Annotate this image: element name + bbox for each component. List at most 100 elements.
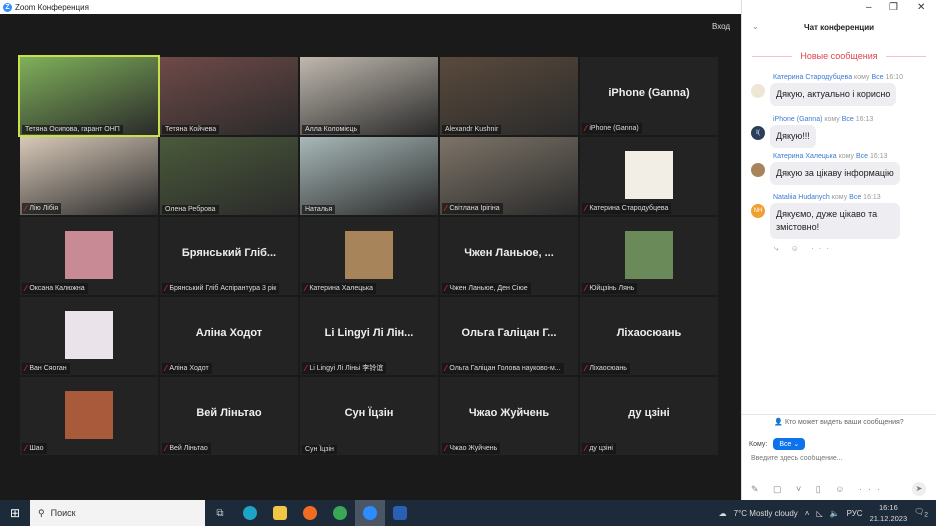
zoom-taskbar-icon[interactable] [355, 500, 385, 526]
participant-name-label: ⁄ Світлана Ірігіна [442, 203, 503, 214]
participant-display-name: iPhone (Ganna) [608, 87, 690, 99]
enter-button[interactable]: Вход [712, 22, 730, 31]
participant-tile[interactable]: ⁄ Ван Сяоган [20, 297, 158, 375]
participant-tile[interactable]: ⁄ Катерина Халецька [300, 217, 438, 295]
participant-name-label: ⁄ Шао [22, 443, 47, 454]
sender-name[interactable]: iPhone (Ganna) [773, 116, 822, 123]
participant-tile[interactable]: Чжен Ланьюе, ... ⁄ Чжен Ланьюе, Ден Сіюе [440, 217, 578, 295]
participant-tile[interactable]: Ольга Галіцан Г... ⁄ Ольга Галіцан Голова … [440, 297, 578, 375]
participant-tile[interactable]: ⁄ Юйцзінь Лянь [580, 217, 718, 295]
participant-tile[interactable]: ⁄ Лію Лібія [20, 137, 158, 215]
video-gallery: Вход Тетяна Осипова, гарант ОНП Тетяна Ко… [0, 14, 741, 500]
send-icon[interactable]: ➤ [912, 482, 926, 496]
to-word: кому [854, 74, 870, 81]
task-view-icon[interactable]: ⧉ [205, 500, 235, 526]
message-bubble[interactable]: Дякую, актуально і корисно [770, 83, 897, 106]
participant-tile[interactable]: Тетяна Осипова, гарант ОНП [18, 55, 160, 137]
sender-name[interactable]: Катерина Халецька [773, 153, 837, 160]
network-icon[interactable]: ◺ [816, 509, 822, 518]
participant-tile[interactable]: Наталья [300, 137, 438, 215]
message-text: Дякую!!! [776, 131, 810, 141]
mic-muted-icon: ⁄ [585, 124, 587, 133]
taskbar-search[interactable]: ⚲ Поиск [30, 500, 205, 526]
new-messages-label: Новые сообщения [800, 51, 878, 61]
message-bubble[interactable]: Дякую!!! [770, 125, 816, 148]
participant-tile[interactable]: ⁄ Оксана Калюжна [20, 217, 158, 295]
participant-tile[interactable]: ⁄ Катерина Стародубцева [580, 137, 718, 215]
edge-icon[interactable] [235, 500, 265, 526]
who-can-see-link[interactable]: 👤 Кто может видеть ваши сообщения? [742, 414, 936, 426]
participant-name-label: ⁄ Ван Сяоган [22, 363, 70, 374]
weather-text[interactable]: 7°C Mostly cloudy [734, 509, 798, 518]
firefox-icon[interactable] [295, 500, 325, 526]
participant-tile[interactable]: Li Lingyi Лі Лін... ⁄ Li Lingyi Лі Ліньі 李… [300, 297, 438, 375]
participant-name-label: Алла Коломієць [302, 125, 361, 134]
message-time: 16:10 [885, 74, 903, 81]
maximize-button[interactable]: ❐ [889, 2, 898, 13]
mic-muted-icon: ⁄ [25, 284, 27, 293]
minimize-button[interactable]: – [866, 2, 872, 13]
participant-name-label: ⁄ Катерина Стародубцева [582, 203, 672, 214]
participant-tile[interactable]: Аліна Ходот ⁄ Аліна Ходот [160, 297, 298, 375]
participant-tile[interactable]: Alexandr Kushnir [440, 57, 578, 135]
participant-name-label: ⁄ Лію Лібія [22, 203, 62, 214]
participant-name-label: Тетяна Койчева [162, 125, 220, 134]
participant-display-name: Аліна Ходот [195, 327, 263, 339]
participant-tile[interactable]: Вей Ліньтао ⁄ Вей Ліньтао [160, 377, 298, 455]
participant-tile[interactable]: Чжао Жуйчень ⁄ Чжао Жуйчень [440, 377, 578, 455]
participant-name: Брянський Гліб Аспірантура 3 рік [169, 285, 277, 292]
window-title: Zoom Конференция [15, 2, 89, 12]
participant-tile[interactable]: Алла Коломієць [300, 57, 438, 135]
file-explorer-icon[interactable] [265, 500, 295, 526]
recipient-dropdown[interactable]: Все ⌄ [773, 438, 806, 450]
search-icon: ⚲ [38, 507, 45, 518]
close-button[interactable]: ✕ [917, 2, 925, 13]
language-indicator[interactable]: РУС [847, 509, 863, 518]
recipient-row: Кому: Все ⌄ [749, 438, 806, 450]
recipient: Все [856, 153, 869, 160]
windows-start-icon[interactable]: ⊞ [0, 506, 30, 520]
mic-muted-icon: ⁄ [585, 444, 587, 453]
sender-name[interactable]: Катерина Стародубцева [773, 74, 852, 81]
participant-name-label: ⁄ Чжен Ланьюе, Ден Сіюе [442, 283, 531, 294]
message-bubble[interactable]: Дякуємо, дуже цікаво та змістовно! [770, 203, 900, 239]
participant-name-label: ⁄ Чжао Жуйчень [442, 443, 501, 454]
participant-tile[interactable]: Сун Їцзін Сун Їцзін [300, 377, 438, 455]
participant-name-label: ⁄ Аліна Ходот [162, 363, 212, 374]
to-label: Кому: [749, 440, 768, 448]
participant-tile[interactable]: Тетяна Койчева [160, 57, 298, 135]
message-actions[interactable]: ⤷ ☺ ··· [774, 244, 834, 254]
notifications-icon[interactable]: 🗨2 [914, 507, 928, 519]
recipient: Все [849, 194, 862, 201]
message-input[interactable] [751, 455, 921, 462]
participant-avatar [625, 151, 673, 199]
message-bubble[interactable]: Дякую за цікаву інформацію [770, 162, 900, 185]
participant-tile[interactable]: ду цзіні ⁄ ду цзіні [580, 377, 718, 455]
to-word: кому [824, 116, 840, 123]
participant-tile[interactable]: ⁄ Шао [20, 377, 158, 455]
message-header: Nataliia Hudanych кому Все 16:13 [773, 194, 881, 201]
avatar-initials: I( [756, 130, 760, 136]
word-icon[interactable] [385, 500, 415, 526]
participant-tile[interactable]: Брянський Гліб... ⁄ Брянський Гліб Аспіран… [160, 217, 298, 295]
participant-display-name: Li Lingyi Лі Лін... [324, 327, 414, 339]
chat-toolbar[interactable]: ✎ ▢ ˅ ▯ ☺ ··· [751, 484, 886, 495]
tray-chevron-icon[interactable]: ˄ [805, 509, 810, 518]
clock[interactable]: 16:16 21.12.2023 [870, 502, 908, 524]
volume-icon[interactable]: 🔈 [830, 509, 840, 518]
participant-tile[interactable]: Олена Реброва [160, 137, 298, 215]
participant-display-name: Ольга Галіцан Г... [461, 327, 557, 339]
mic-muted-icon: ⁄ [585, 284, 587, 293]
participant-name: Сун Їцзін [305, 446, 334, 453]
mic-muted-icon: ⁄ [165, 364, 167, 373]
participant-avatar [65, 231, 113, 279]
participant-name-label: ⁄ Li Lingyi Лі Ліньі 李铃谊 [302, 362, 387, 374]
chrome-icon[interactable] [325, 500, 355, 526]
participant-tile[interactable]: iPhone (Ganna) ⁄ iPhone (Ganna) [580, 57, 718, 135]
participant-name-label: Тетяна Осипова, гарант ОНП [22, 125, 123, 134]
mic-muted-icon: ⁄ [305, 363, 307, 373]
sender-name[interactable]: Nataliia Hudanych [773, 194, 830, 201]
participant-tile[interactable]: Ліхаосюань ⁄ Ліхаосюань [580, 297, 718, 375]
participant-name-label: ⁄ Ліхаосюань [582, 363, 630, 374]
participant-tile[interactable]: ⁄ Світлана Ірігіна [440, 137, 578, 215]
